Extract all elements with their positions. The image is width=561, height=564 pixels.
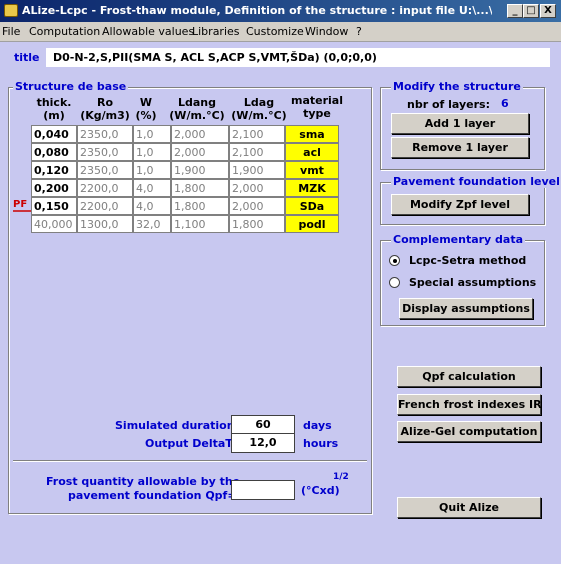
menu-file[interactable]: File [2, 25, 20, 38]
header-material: material type [291, 94, 343, 120]
cell-ldang[interactable]: 2,000 [171, 125, 229, 143]
cell-ro[interactable]: 2200,0 [77, 179, 133, 197]
frost-quantity-exponent: 1/2 [333, 472, 349, 482]
title-input[interactable]: D0-N-2,S,PII(SMA S, ACL S,ACP S,VMT,ŠDa)… [46, 48, 550, 67]
frost-quantity-input[interactable] [231, 480, 295, 500]
title-bar: ALize-Lcpc - Frost-thaw module, Definiti… [0, 0, 561, 22]
cell-ldang[interactable]: 1,100 [171, 215, 229, 233]
foundation-group-title: Pavement foundation level [391, 175, 561, 188]
cell-w[interactable]: 1,0 [133, 125, 171, 143]
output-deltat-input[interactable]: 12,0 [231, 433, 295, 453]
cell-ro[interactable]: 1300,0 [77, 215, 133, 233]
cell-ldang[interactable]: 1,800 [171, 197, 229, 215]
cell-thick[interactable]: 0,040 [31, 125, 77, 143]
maximize-button[interactable]: □ [523, 4, 539, 18]
cell-ro[interactable]: 2350,0 [77, 125, 133, 143]
structure-group: Structure de base thick. (m) Ro (Kg/m3) W(… [8, 80, 372, 514]
title-row: title D0-N-2,S,PII(SMA S, ACL S,ACP S,VM… [4, 48, 550, 68]
menu-computation[interactable]: Computation [29, 25, 100, 38]
modify-group: Modify the structure nbr of layers: 6 Ad… [380, 80, 545, 170]
cell-w[interactable]: 1,0 [133, 143, 171, 161]
pf-label: PF [13, 199, 28, 210]
french-frost-indexes-button[interactable]: French frost indexes IR [397, 394, 542, 415]
cell-ldang[interactable]: 2,000 [171, 143, 229, 161]
cell-ldag[interactable]: 1,800 [229, 215, 285, 233]
alize-gel-button[interactable]: Alize-Gel computation [397, 421, 541, 442]
frost-quantity-label-2: pavement foundation Qpf= [68, 489, 237, 502]
cell-ro[interactable]: 2350,0 [77, 143, 133, 161]
cell-ldag[interactable]: 2,000 [229, 197, 285, 215]
cell-w[interactable]: 4,0 [133, 197, 171, 215]
cell-ldang[interactable]: 1,800 [171, 179, 229, 197]
cell-ro[interactable]: 2350,0 [77, 161, 133, 179]
layers-count-label: nbr of layers: [407, 98, 490, 111]
menu-allowable-values[interactable]: Allowable values [102, 25, 194, 38]
modify-zpf-button[interactable]: Modify Zpf level [391, 194, 529, 215]
cell-material[interactable]: acl [285, 143, 339, 161]
menu-bar: File Computation Allowable values Librar… [0, 22, 561, 42]
cell-w[interactable]: 32,0 [133, 215, 171, 233]
menu-window[interactable]: Window [305, 25, 348, 38]
pf-line-icon [13, 210, 31, 212]
cell-thick[interactable]: 0,120 [31, 161, 77, 179]
cell-material[interactable]: podl [285, 215, 339, 233]
lcpc-setra-radio[interactable] [389, 255, 400, 266]
close-button[interactable]: X [540, 4, 556, 18]
header-ldang: Ldang (W/m.°C) [169, 96, 225, 122]
title-label: title [14, 51, 40, 64]
display-assumptions-button[interactable]: Display assumptions [399, 298, 533, 319]
header-ro: Ro (Kg/m3) [80, 96, 130, 122]
output-deltat-unit: hours [303, 437, 339, 450]
cell-material[interactable]: sma [285, 125, 339, 143]
header-ldag: Ldag (W/m.°C) [231, 96, 287, 122]
minimize-button[interactable]: _ [507, 4, 523, 18]
simulated-duration-label: Simulated duration= [115, 419, 244, 432]
cell-ldag[interactable]: 2,000 [229, 179, 285, 197]
menu-help[interactable]: ? [356, 25, 362, 38]
modify-group-title: Modify the structure [391, 80, 523, 93]
cell-ldag[interactable]: 2,100 [229, 143, 285, 161]
cell-thick[interactable]: 0,080 [31, 143, 77, 161]
structure-group-title: Structure de base [13, 80, 129, 93]
special-assumptions-radio[interactable] [389, 277, 400, 288]
window-title: ALize-Lcpc - Frost-thaw module, Definiti… [22, 4, 492, 17]
cell-ldang[interactable]: 1,900 [171, 161, 229, 179]
remove-layer-button[interactable]: Remove 1 layer [391, 137, 529, 158]
simulated-duration-input[interactable]: 60 [231, 415, 295, 435]
lcpc-setra-label: Lcpc-Setra method [409, 254, 527, 267]
cell-material[interactable]: vmt [285, 161, 339, 179]
output-deltat-label: Output DeltaT= [145, 437, 242, 450]
frost-quantity-unit: (°Cxd) [301, 484, 340, 497]
cell-material[interactable]: SDa [285, 197, 339, 215]
cell-w[interactable]: 4,0 [133, 179, 171, 197]
app-icon [4, 4, 18, 17]
layers-count-value: 6 [501, 97, 509, 110]
menu-customize[interactable]: Customize [246, 25, 304, 38]
cell-material[interactable]: MZK [285, 179, 339, 197]
qpf-calculation-button[interactable]: Qpf calculation [397, 366, 541, 387]
complementary-group-title: Complementary data [391, 233, 526, 246]
complementary-group: Complementary data Lcpc-Setra method Spe… [380, 233, 545, 326]
quit-button[interactable]: Quit Alize [397, 497, 541, 518]
cell-thick[interactable]: 0,150 [31, 197, 77, 215]
cell-ro[interactable]: 2200,0 [77, 197, 133, 215]
cell-thick[interactable]: 40,000 [31, 215, 77, 233]
pf-marker: PF [13, 199, 31, 212]
header-thick: thick. (m) [36, 96, 72, 122]
header-w: W (%) [135, 96, 157, 122]
special-assumptions-label: Special assumptions [409, 276, 537, 289]
add-layer-button[interactable]: Add 1 layer [391, 113, 529, 134]
cell-ldag[interactable]: 2,100 [229, 125, 285, 143]
menu-libraries[interactable]: Libraries [192, 25, 240, 38]
separator [13, 460, 367, 462]
cell-w[interactable]: 1,0 [133, 161, 171, 179]
foundation-group: Pavement foundation level Modify Zpf lev… [380, 175, 561, 225]
frost-quantity-label-1: Frost quantity allowable by the [46, 475, 241, 488]
simulated-duration-unit: days [303, 419, 332, 432]
cell-thick[interactable]: 0,200 [31, 179, 77, 197]
cell-ldag[interactable]: 1,900 [229, 161, 285, 179]
